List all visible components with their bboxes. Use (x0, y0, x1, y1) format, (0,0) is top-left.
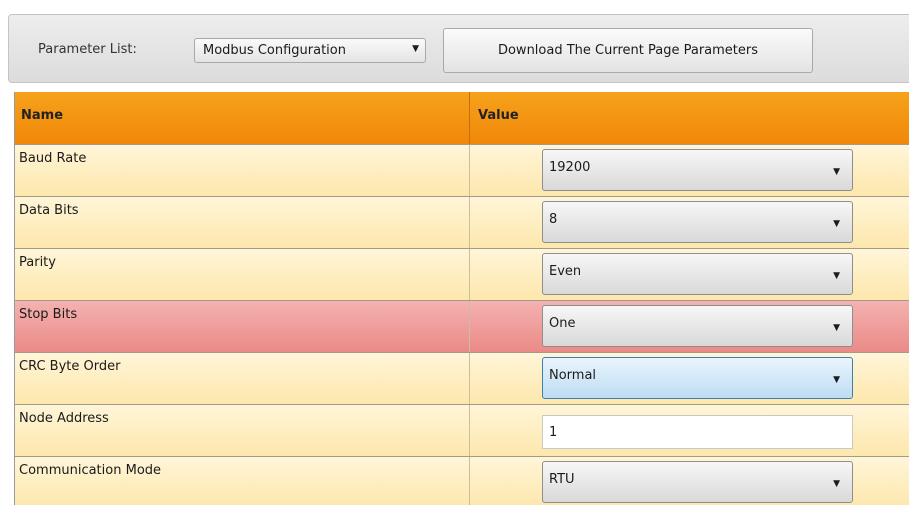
parameter-list-select[interactable]: Modbus Configuration ▼ (194, 38, 426, 63)
value-dropdown[interactable]: One ▼ (542, 305, 853, 347)
value-text-input[interactable]: 1 (542, 415, 853, 449)
table-row[interactable]: CRC Byte Order Normal ▼ (15, 352, 909, 404)
parameter-toolbar: Parameter List: Modbus Configuration ▼ D… (8, 14, 909, 83)
chevron-down-icon: ▼ (833, 323, 840, 333)
parameter-name: Data Bits (19, 203, 79, 218)
dropdown-selected-value: RTU (549, 472, 575, 487)
value-dropdown[interactable]: Normal ▼ (542, 357, 853, 399)
parameter-name: Node Address (19, 411, 109, 426)
value-dropdown[interactable]: 19200 ▼ (542, 149, 853, 191)
table-row[interactable]: Node Address 1 (15, 404, 909, 456)
chevron-down-icon: ▼ (412, 44, 419, 54)
parameter-name: CRC Byte Order (19, 359, 121, 374)
name-cell: Node Address (15, 405, 470, 456)
name-cell: Baud Rate (15, 145, 470, 196)
chevron-down-icon: ▼ (833, 479, 840, 489)
chevron-down-icon: ▼ (833, 375, 840, 385)
table-row[interactable]: Communication Mode RTU ▼ (15, 456, 909, 505)
parameter-name: Baud Rate (19, 151, 87, 166)
table-row[interactable]: Data Bits 8 ▼ (15, 196, 909, 248)
column-header-name[interactable]: Name (15, 92, 470, 144)
column-header-name-label: Name (21, 108, 64, 123)
name-cell: Parity (15, 249, 470, 300)
dropdown-selected-value: Normal (549, 368, 597, 383)
column-header-value-label: Value (478, 108, 519, 123)
chevron-down-icon: ▼ (833, 167, 840, 177)
value-dropdown[interactable]: 8 ▼ (542, 201, 853, 243)
name-cell: Stop Bits (15, 301, 470, 352)
name-cell: CRC Byte Order (15, 353, 470, 404)
dropdown-selected-value: One (549, 316, 576, 331)
name-cell: Data Bits (15, 197, 470, 248)
parameter-name: Stop Bits (19, 307, 78, 322)
value-dropdown[interactable]: RTU ▼ (542, 461, 853, 503)
parameter-grid: Name Value Baud Rate 19200 ▼ Data Bits 8 ▼ Par… (14, 92, 909, 505)
chevron-down-icon: ▼ (833, 219, 840, 229)
parameter-list-label: Parameter List: (38, 42, 137, 57)
dropdown-selected-value: 8 (549, 212, 558, 227)
value-text: 1 (549, 425, 558, 440)
value-dropdown[interactable]: Even ▼ (542, 253, 853, 295)
table-row[interactable]: Stop Bits One ▼ (15, 300, 909, 352)
download-parameters-button[interactable]: Download The Current Page Parameters (443, 28, 813, 73)
parameter-name: Communication Mode (19, 463, 162, 478)
chevron-down-icon: ▼ (833, 271, 840, 281)
parameter-list-selected-value: Modbus Configuration (203, 43, 346, 58)
table-row[interactable]: Parity Even ▼ (15, 248, 909, 300)
dropdown-selected-value: 19200 (549, 160, 591, 175)
grid-header: Name Value (15, 92, 909, 144)
name-cell: Communication Mode (15, 457, 470, 505)
parameter-name: Parity (19, 255, 56, 270)
table-row[interactable]: Baud Rate 19200 ▼ (15, 144, 909, 196)
dropdown-selected-value: Even (549, 264, 582, 279)
